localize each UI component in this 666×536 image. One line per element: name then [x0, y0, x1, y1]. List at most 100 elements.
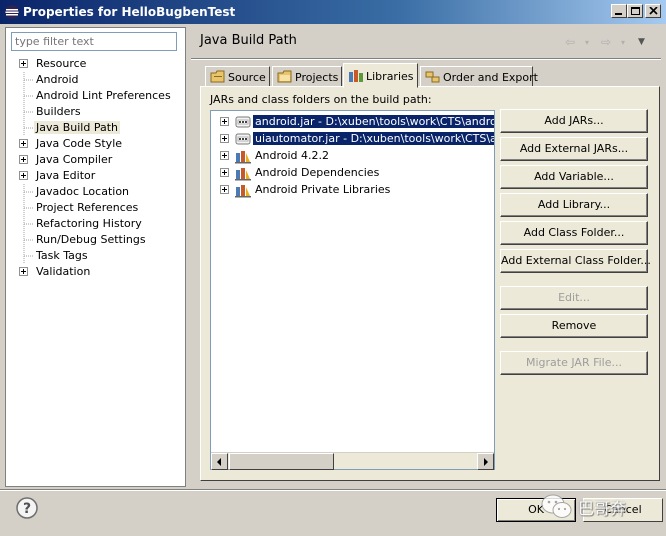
arrow-right-icon — [484, 458, 488, 466]
tab-projects[interactable]: Projects — [272, 66, 342, 87]
add-external-class-folder-button[interactable]: Add External Class Folder... — [500, 249, 651, 273]
migrate-jar-button[interactable]: Migrate JAR File... — [500, 351, 648, 375]
library-row[interactable]: uiautomator.jar - D:\xuben\tools\work\CT… — [211, 130, 494, 147]
minimize-button[interactable] — [611, 4, 627, 18]
maximize-icon — [631, 7, 640, 15]
expand-icon[interactable] — [220, 151, 229, 160]
filter-box[interactable] — [11, 32, 177, 51]
expand-icon[interactable] — [220, 134, 229, 143]
expand-icon[interactable] — [220, 185, 229, 194]
tree-item[interactable]: Resource — [6, 56, 181, 72]
tree-item[interactable]: Java Build Path — [6, 120, 181, 136]
edit-button[interactable]: Edit... — [500, 286, 648, 310]
back-dropdown-icon[interactable]: ▾ — [585, 38, 589, 47]
library-row[interactable]: Android Private Libraries — [211, 181, 494, 198]
help-icon[interactable]: ? — [15, 496, 39, 520]
horizontal-scrollbar[interactable] — [211, 452, 494, 470]
forward-dropdown-icon[interactable]: ▾ — [621, 38, 625, 47]
tree-item-label: Java Editor — [36, 169, 96, 182]
tree-item-label: Android Lint Preferences — [36, 89, 171, 102]
library-label: Android 4.2.2 — [255, 149, 330, 162]
jar-icon — [235, 114, 251, 130]
tree-item[interactable]: Validation — [6, 264, 181, 280]
library-row[interactable]: Android Dependencies — [211, 164, 494, 181]
title-bar: Properties for HelloBugbenTest — [0, 0, 666, 24]
tree-item[interactable]: Java Compiler — [6, 152, 181, 168]
projects-folder-icon — [277, 70, 292, 83]
view-menu-icon[interactable]: ▼ — [638, 37, 645, 47]
expand-icon[interactable] — [19, 171, 28, 180]
library-icon — [235, 148, 251, 164]
libraries-icon — [349, 70, 363, 82]
expand-icon[interactable] — [220, 168, 229, 177]
close-button[interactable] — [645, 4, 661, 18]
tree-item[interactable]: Builders — [6, 104, 181, 120]
expand-icon[interactable] — [220, 117, 229, 126]
tab-libraries[interactable]: Libraries — [343, 63, 418, 88]
add-external-jars-button[interactable]: Add External JARs... — [500, 137, 648, 161]
library-label: uiautomator.jar - D:\xuben\tools\work\CT… — [253, 132, 494, 145]
library-row[interactable]: Android 4.2.2 — [211, 147, 494, 164]
scroll-right-button[interactable] — [477, 453, 494, 470]
expand-icon[interactable] — [19, 59, 28, 68]
library-icon — [235, 165, 251, 181]
add-library-button[interactable]: Add Library... — [500, 193, 648, 217]
close-icon — [649, 7, 658, 15]
tree-item[interactable]: Project References — [6, 200, 181, 216]
tree-item-label: Run/Debug Settings — [36, 233, 146, 246]
library-label: Android Private Libraries — [255, 183, 391, 196]
eclipse-icon — [5, 5, 19, 19]
tree-item-label: Project References — [36, 201, 139, 214]
scroll-left-button[interactable] — [211, 453, 228, 470]
tab-source[interactable]: Source — [205, 66, 270, 87]
library-row[interactable]: android.jar - D:\xuben\tools\work\CTS\an… — [211, 113, 494, 130]
category-tree-panel: Resource Android Android Lint Preferences B… — [5, 27, 186, 487]
cancel-button[interactable]: Cancel — [583, 498, 663, 522]
tree-item[interactable]: Refactoring History — [6, 216, 181, 232]
library-label: android.jar - D:\xuben\tools\work\CTS\an… — [253, 115, 494, 128]
add-jars-button[interactable]: Add JARs... — [500, 109, 648, 133]
add-variable-button[interactable]: Add Variable... — [500, 165, 648, 189]
arrow-left-icon — [217, 458, 221, 466]
tree-item-label: Refactoring History — [36, 217, 142, 230]
library-label: Android Dependencies — [255, 166, 380, 179]
libraries-caption: JARs and class folders on the build path… — [210, 93, 432, 106]
tree-item-label: Task Tags — [36, 249, 88, 262]
tree-item[interactable]: Java Code Style — [6, 136, 181, 152]
forward-arrow-icon[interactable]: ⇨ — [601, 35, 611, 49]
expand-icon[interactable] — [19, 155, 28, 164]
tree-item-label: Builders — [36, 105, 81, 118]
minimize-icon — [615, 13, 622, 15]
libraries-list[interactable]: android.jar - D:\xuben\tools\work\CTS\an… — [210, 110, 495, 470]
back-arrow-icon[interactable]: ⇦ — [565, 35, 575, 49]
tree-item[interactable]: Android Lint Preferences — [6, 88, 181, 104]
maximize-button[interactable] — [627, 4, 643, 18]
tree-item[interactable]: Javadoc Location — [6, 184, 181, 200]
remove-button[interactable]: Remove — [500, 314, 648, 338]
scroll-thumb[interactable] — [229, 453, 334, 470]
tree-item[interactable]: Android — [6, 72, 181, 88]
source-folder-icon — [210, 70, 225, 83]
tree-item[interactable]: Task Tags — [6, 248, 181, 264]
footer-separator — [0, 489, 666, 491]
tab-order-and-export[interactable]: Order and Export — [420, 66, 538, 87]
tree-item-label: Java Build Path — [34, 121, 121, 134]
window-title: Properties for HelloBugbenTest — [23, 5, 236, 19]
tree-item[interactable]: Run/Debug Settings — [6, 232, 181, 248]
order-export-icon — [425, 71, 440, 83]
expand-icon[interactable] — [19, 267, 28, 276]
add-class-folder-button[interactable]: Add Class Folder... — [500, 221, 648, 245]
jar-icon — [235, 131, 251, 147]
filter-input[interactable] — [12, 33, 176, 50]
library-icon — [235, 182, 251, 198]
history-navigation: ⇦ ▾ ⇨ ▾ ▼ — [565, 35, 655, 49]
tree-item-label: Javadoc Location — [36, 185, 130, 198]
header-separator — [191, 58, 661, 60]
tree-item-label: Validation — [36, 265, 91, 278]
ok-button[interactable]: OK — [496, 498, 576, 522]
svg-text:?: ? — [23, 501, 31, 517]
expand-icon[interactable] — [19, 139, 28, 148]
page-title: Java Build Path — [200, 33, 297, 48]
tree-item[interactable]: Java Editor — [6, 168, 181, 184]
tree-item-label: Java Code Style — [36, 137, 123, 150]
